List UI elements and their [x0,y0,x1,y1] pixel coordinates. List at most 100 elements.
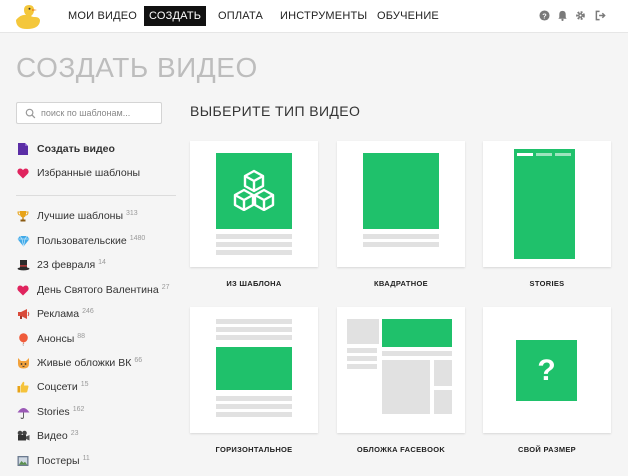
sidebar-category-count: 15 [80,380,89,388]
sidebar-divider [16,195,176,196]
heart-icon [16,166,30,180]
logout-icon[interactable] [595,10,606,21]
card-placeholder-line [216,412,292,417]
sidebar-category-best[interactable]: Лучшие шаблоны 313 [16,207,138,225]
sidebar-category-label: Видео [37,430,68,442]
sidebar-category-count: 23 [70,429,79,437]
card-preview-green: ? [516,340,577,401]
sidebar-category-label: Реклама [37,308,80,320]
sidebar-category-announcements[interactable]: Анонсы 88 [16,330,85,348]
card-placeholder-block [347,319,379,344]
card-preview-green [216,347,292,390]
card-placeholder-block [382,360,430,414]
template-search-box[interactable] [16,102,162,124]
sidebar-category-vk-covers[interactable]: Живые обложки ВК 66 [16,354,142,372]
card-custom-size[interactable]: ? [483,307,611,433]
balloon-icon [16,332,30,346]
stories-progress-segment [517,153,533,156]
sidebar-category-ads[interactable]: Реклама 246 [16,305,94,323]
nav-tools[interactable]: ИНСТРУМЕНТЫ [280,6,367,26]
template-search-input[interactable] [41,106,157,120]
sidebar-category-count: 27 [161,283,170,291]
sidebar-category-stories[interactable]: Stories 162 [16,403,84,421]
sidebar-category-label: Лучшие шаблоны [37,210,124,222]
sidebar-category-label: 23 февраля [37,259,96,271]
sidebar-category-label: День Святого Валентина [37,284,159,296]
sidebar-category-count: 162 [72,405,85,413]
card-placeholder-line [347,348,377,353]
sidebar-category-feb23[interactable]: 23 февраля 14 [16,256,106,274]
sidebar-category-posters[interactable]: Постеры 11 [16,452,90,470]
card-placeholder-line [363,242,439,247]
sidebar-category-valentine[interactable]: День Святого Валентина 27 [16,281,169,299]
card-label-custom-size[interactable]: СВОЙ РАЗМЕР [483,445,611,454]
card-horizontal[interactable] [190,307,318,433]
card-label-from-template[interactable]: ИЗ ШАБЛОНА [190,279,318,288]
stories-progress-segment [536,153,552,156]
card-square[interactable] [337,141,465,267]
search-icon [25,108,36,119]
sidebar-category-label: Пользовательские [37,235,127,247]
heart-icon [16,283,30,297]
card-label-stories[interactable]: STORIES [483,279,611,288]
bell-icon[interactable] [557,10,568,21]
card-preview-green [382,319,452,347]
card-placeholder-block [434,360,452,386]
card-placeholder-line [363,234,439,239]
sidebar-item-label: Избранные шаблоны [37,167,141,179]
card-placeholder-line [216,242,292,247]
card-facebook-cover[interactable] [337,307,465,433]
question-mark-icon: ? [537,353,556,387]
card-label-square[interactable]: КВАДРАТНОЕ [337,279,465,288]
card-placeholder-line [216,404,292,409]
top-navigation-bar: МОИ ВИДЕО СОЗДАТЬ ОПЛАТА ИНСТРУМЕНТЫ ОБУ… [0,0,628,33]
movie-camera-icon [16,429,30,443]
sidebar-item-favorites[interactable]: Избранные шаблоны [16,164,140,182]
help-icon[interactable]: ? [539,10,550,21]
duck-logo-icon[interactable] [13,3,43,31]
card-preview-green [363,153,439,229]
card-placeholder-line [216,319,292,324]
card-placeholder-line [382,351,452,356]
sidebar-category-label: Постеры [37,455,80,467]
sidebar-category-video[interactable]: Видео 23 [16,427,78,445]
card-placeholder-line [216,396,292,401]
sidebar-item-label: Создать видео [37,143,115,155]
sidebar-category-label: Соцсети [37,381,78,393]
sidebar-category-label: Stories [37,406,70,418]
card-placeholder-line [216,250,292,255]
nav-payment[interactable]: ОПЛАТА [218,6,263,26]
sidebar-category-custom[interactable]: Пользовательские 1480 [16,232,145,250]
megaphone-icon [16,307,30,321]
card-label-facebook-cover[interactable]: ОБЛОЖКА FACEBOOK [337,445,465,454]
cat-face-icon [16,356,30,370]
svg-text:?: ? [542,11,547,20]
sidebar-category-count: 313 [126,209,138,217]
card-placeholder-line [216,234,292,239]
card-placeholder-line [216,327,292,332]
sidebar-item-create-video[interactable]: Создать видео [16,140,115,158]
card-stories[interactable] [483,141,611,267]
thumbs-up-icon [16,380,30,394]
cubes-icon [233,169,275,211]
settings-gear-icon[interactable] [575,10,586,21]
nav-my-videos[interactable]: МОИ ВИДЕО [68,6,137,26]
page-title: СОЗДАТЬ ВИДЕО [16,52,258,83]
sidebar-category-label: Живые обложки ВК [37,357,132,369]
card-label-horizontal[interactable]: ГОРИЗОНТАЛЬНОЕ [190,445,318,454]
nav-create[interactable]: СОЗДАТЬ [144,6,207,26]
sidebar-category-count: 11 [82,454,90,462]
nav-learning[interactable]: ОБУЧЕНИЕ [377,6,439,26]
trophy-icon [16,209,30,223]
card-from-template[interactable] [190,141,318,267]
card-preview-green [216,153,292,229]
sidebar-category-count: 1480 [129,234,146,242]
card-placeholder-block [434,390,452,414]
document-icon [16,142,30,156]
section-title: ВЫБЕРИТЕ ТИП ВИДЕО [190,103,361,119]
sidebar-category-count: 14 [98,258,106,266]
sidebar-category-count: 66 [134,356,143,364]
sidebar-category-social[interactable]: Соцсети 15 [16,378,89,396]
umbrella-icon [16,405,30,419]
sidebar-category-count: 88 [77,332,86,340]
